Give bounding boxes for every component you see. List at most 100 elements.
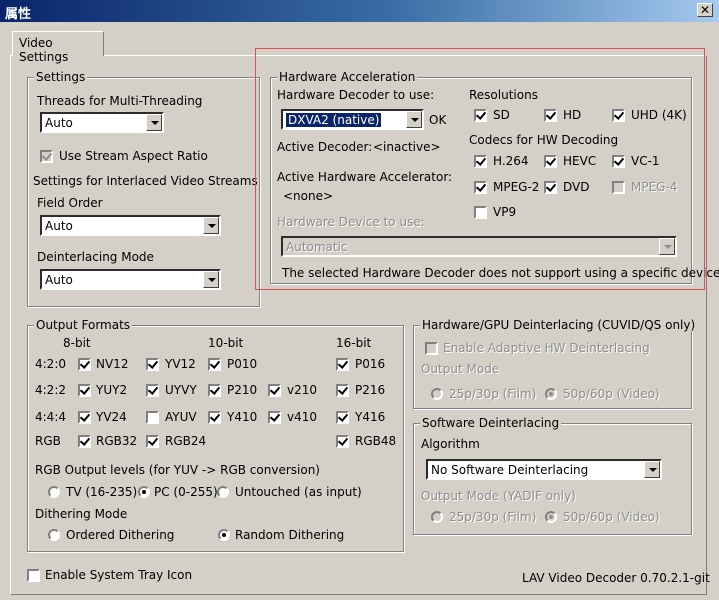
hw-mode-film-radio[interactable] <box>431 388 443 400</box>
hw-mode-film-label: 25p/30p (Film) <box>449 387 537 401</box>
codec-vp9-label: VP9 <box>493 205 517 219</box>
chevron-down-icon[interactable] <box>146 114 162 131</box>
level-pc-radio[interactable] <box>138 486 150 498</box>
fmt-rgb24-label: RGB24 <box>165 434 207 448</box>
output-formats-legend: Output Formats <box>34 318 133 332</box>
res-sd-checkbox[interactable] <box>474 109 487 122</box>
chevron-down-icon[interactable] <box>659 238 675 255</box>
fmt-y410-checkbox[interactable] <box>208 411 221 424</box>
field-order-value: Auto <box>45 219 73 233</box>
fmt-uyvy-checkbox[interactable] <box>146 384 159 397</box>
threads-label: Threads for Multi-Threading <box>37 94 203 108</box>
chevron-down-icon[interactable] <box>203 217 219 234</box>
fmt-p210-label: P210 <box>227 383 258 397</box>
fmt-nv12-checkbox[interactable] <box>78 358 91 371</box>
hw-device-label: Hardware Device to use: <box>277 215 425 229</box>
fmt-y410-label: Y410 <box>227 410 258 424</box>
fmt-yv12-checkbox[interactable] <box>146 358 159 371</box>
fmt-rgb48-label: RGB48 <box>355 434 397 448</box>
chevron-down-icon[interactable] <box>644 461 660 478</box>
fmt-yuy2-label: YUY2 <box>96 383 128 397</box>
settings-legend: Settings <box>34 70 88 84</box>
row-420-label: 4:2:0 <box>35 357 66 371</box>
res-hd-checkbox[interactable] <box>544 109 557 122</box>
active-accel-label: Active Hardware Accelerator: <box>277 170 453 184</box>
codec-dvd-label: DVD <box>563 180 590 194</box>
fmt-yuy2-checkbox[interactable] <box>78 384 91 397</box>
fmt-rgb24-checkbox[interactable] <box>146 435 159 448</box>
codec-vp9-checkbox[interactable] <box>474 206 487 219</box>
hw-decoder-combo[interactable]: DXVA2 (native) <box>281 109 424 130</box>
codec-vc1-checkbox[interactable] <box>612 155 625 168</box>
codec-hevc-checkbox[interactable] <box>544 155 557 168</box>
level-untouched-radio[interactable] <box>217 486 229 498</box>
adaptive-hw-deint-checkbox[interactable] <box>425 342 438 355</box>
fmt-p210-checkbox[interactable] <box>208 384 221 397</box>
sw-output-mode-label: Output Mode (YADIF only) <box>421 489 576 503</box>
hw-decoder-value: DXVA2 (native) <box>286 113 382 127</box>
res-hd-label: HD <box>563 108 582 122</box>
threads-combo[interactable]: Auto <box>40 112 164 133</box>
fmt-yv24-checkbox[interactable] <box>78 411 91 424</box>
res-uhd-checkbox[interactable] <box>612 109 625 122</box>
system-tray-label: Enable System Tray Icon <box>45 568 193 582</box>
fmt-uyvy-label: UYVY <box>165 383 197 397</box>
settings-group: Settings Threads for Multi-Threading Aut… <box>27 70 260 307</box>
codec-vc1-label: VC-1 <box>631 154 660 168</box>
fmt-y416-label: Y416 <box>355 410 386 424</box>
level-tv-label: TV (16-235) <box>66 485 138 499</box>
fmt-p016-checkbox[interactable] <box>336 358 349 371</box>
dither-random-radio[interactable] <box>218 529 230 541</box>
fmt-p216-checkbox[interactable] <box>336 384 349 397</box>
hw-device-value: Automatic <box>286 240 348 254</box>
level-tv-radio[interactable] <box>48 486 60 498</box>
fmt-v410-checkbox[interactable] <box>268 411 281 424</box>
window-title: 属性 <box>5 7 32 22</box>
chevron-down-icon[interactable] <box>406 111 422 128</box>
row-444-label: 4:4:4 <box>35 410 66 424</box>
fmt-v210-checkbox[interactable] <box>268 384 281 397</box>
fmt-y416-checkbox[interactable] <box>336 411 349 424</box>
version-label: LAV Video Decoder 0.70.2.1-git <box>522 571 710 585</box>
hw-mode-video-radio[interactable] <box>545 388 557 400</box>
hw-device-combo[interactable]: Automatic <box>281 236 677 257</box>
fmt-p216-label: P216 <box>355 383 386 397</box>
fmt-p016-label: P016 <box>355 357 386 371</box>
row-rgb-label: RGB <box>35 434 61 448</box>
active-decoder-value: <inactive> <box>373 140 441 154</box>
codec-h264-checkbox[interactable] <box>474 155 487 168</box>
codec-dvd-checkbox[interactable] <box>544 181 557 194</box>
adaptive-hw-deint-label: Enable Adaptive HW Deinterlacing <box>443 341 650 355</box>
algorithm-value: No Software Deinterlacing <box>431 463 589 477</box>
output-formats-group: Output Formats 8-bit 10-bit 16-bit 4:2:0… <box>27 318 404 552</box>
deint-mode-combo[interactable]: Auto <box>40 269 221 290</box>
codec-mpeg4-checkbox[interactable] <box>612 181 625 194</box>
fmt-v210-label: v210 <box>287 383 318 397</box>
tab-video-settings[interactable]: Video Settings <box>12 31 104 64</box>
system-tray-checkbox[interactable] <box>27 569 40 582</box>
chevron-down-icon[interactable] <box>203 271 219 288</box>
aspect-ratio-checkbox[interactable] <box>40 150 53 163</box>
fmt-ayuv-checkbox[interactable] <box>146 411 159 424</box>
close-button[interactable]: ✕ <box>697 3 713 17</box>
row-422-label: 4:2:2 <box>35 383 66 397</box>
fmt-yv24-label: YV24 <box>96 410 127 424</box>
threads-value: Auto <box>45 116 73 130</box>
header-10bit: 10-bit <box>208 336 244 350</box>
dither-ordered-radio[interactable] <box>48 529 60 541</box>
fmt-rgb32-checkbox[interactable] <box>78 435 91 448</box>
codec-mpeg4-label: MPEG-4 <box>631 180 678 194</box>
sw-mode-video-label: 50p/60p (Video) <box>563 510 660 524</box>
active-accel-value: <none> <box>283 189 334 203</box>
sw-mode-video-radio[interactable] <box>545 511 557 523</box>
sw-mode-film-radio[interactable] <box>431 511 443 523</box>
fmt-v410-label: v410 <box>287 410 318 424</box>
codec-mpeg2-checkbox[interactable] <box>474 181 487 194</box>
resolutions-label: Resolutions <box>469 88 538 102</box>
algorithm-combo[interactable]: No Software Deinterlacing <box>426 459 662 480</box>
fmt-rgb48-checkbox[interactable] <box>336 435 349 448</box>
fmt-p010-checkbox[interactable] <box>208 358 221 371</box>
field-order-combo[interactable]: Auto <box>40 215 221 236</box>
hw-decoder-status: OK <box>429 113 447 127</box>
dither-random-label: Random Dithering <box>235 528 345 542</box>
